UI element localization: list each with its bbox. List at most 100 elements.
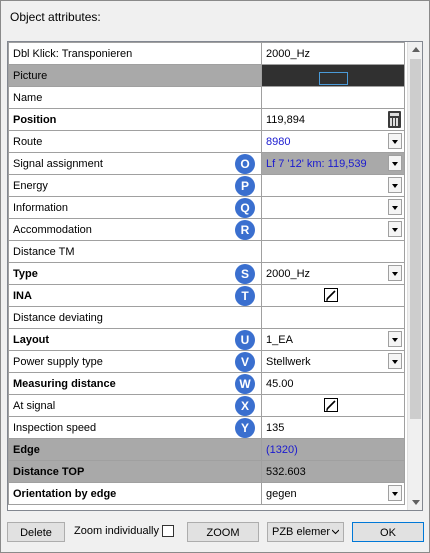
zoom-individually-checkbox[interactable]	[162, 525, 174, 537]
dropdown-arrow-icon[interactable]	[388, 353, 402, 369]
table-row: Information Q	[8, 196, 405, 219]
zoom-button[interactable]: ZOOM	[187, 522, 259, 542]
attr-name: At signal X	[8, 394, 262, 417]
power-supply-value: Stellwerk	[266, 355, 311, 368]
picture-frame-icon	[319, 72, 348, 85]
badge-v: V	[235, 352, 255, 372]
accommodation-select[interactable]	[261, 218, 405, 241]
attr-name: Edge	[8, 438, 262, 461]
at-signal-checkbox[interactable]	[324, 398, 338, 412]
attr-label: At signal	[13, 399, 56, 412]
dropdown-arrow-icon[interactable]	[388, 221, 402, 237]
badge-u: U	[235, 330, 255, 350]
distance-tm-field[interactable]	[261, 240, 405, 263]
badge-o: O	[235, 154, 255, 174]
badge-p: P	[235, 176, 255, 196]
attr-name: INA T	[8, 284, 262, 307]
table-row: Power supply type V Stellwerk	[8, 350, 405, 373]
pzb-element-combo[interactable]: PZB elemer	[267, 522, 344, 542]
orientation-value: gegen	[266, 487, 297, 500]
scroll-down-icon[interactable]	[408, 495, 422, 510]
layout-value: 1_EA	[266, 333, 293, 346]
scroll-up-icon[interactable]	[408, 42, 422, 57]
dropdown-arrow-icon[interactable]	[388, 331, 402, 347]
table-row: Dbl Klick: Transponieren 2000_Hz	[8, 42, 405, 65]
checkmark-icon	[326, 290, 336, 301]
route-value: 8980	[266, 135, 291, 148]
position-field[interactable]: 119,894	[261, 108, 405, 131]
attr-name: Inspection speed Y	[8, 416, 262, 439]
dropdown-arrow-icon[interactable]	[388, 133, 402, 149]
table-row: At signal X	[8, 394, 405, 417]
attr-name: Information Q	[8, 196, 262, 219]
attr-name: Accommodation R	[8, 218, 262, 241]
attr-label: Energy	[13, 179, 48, 192]
attr-label: Type	[13, 267, 38, 280]
dropdown-arrow-icon[interactable]	[388, 177, 402, 193]
type-select[interactable]: 2000_Hz	[261, 262, 405, 285]
calculator-icon[interactable]	[388, 111, 401, 128]
power-supply-select[interactable]: Stellwerk	[261, 350, 405, 373]
attributes-grid: Dbl Klick: Transponieren 2000_Hz Picture…	[7, 41, 423, 511]
attr-label: Signal assignment	[13, 157, 103, 170]
zoom-individually-label[interactable]: Zoom individually	[74, 525, 159, 537]
scroll-thumb[interactable]	[410, 59, 421, 419]
signal-assignment-select[interactable]: Lf 7 '12' km: 119,539	[261, 152, 405, 175]
table-row: Distance TM	[8, 240, 405, 263]
attr-name: Measuring distance W	[8, 372, 262, 395]
attr-name: Distance deviating	[8, 306, 262, 329]
position-value: 119,894	[266, 113, 305, 126]
type-value: 2000_Hz	[266, 267, 311, 280]
attr-label: INA	[13, 289, 32, 302]
distance-top-value: 532.603	[261, 460, 405, 483]
ok-button[interactable]: OK	[352, 522, 424, 542]
energy-select[interactable]	[261, 174, 405, 197]
edge-value: (1320)	[261, 438, 405, 461]
orientation-select[interactable]: gegen	[261, 482, 405, 505]
name-field[interactable]	[261, 86, 405, 109]
distance-deviating-field[interactable]	[261, 306, 405, 329]
information-select[interactable]	[261, 196, 405, 219]
table-row: Position 119,894	[8, 108, 405, 131]
badge-w: W	[235, 374, 255, 394]
dropdown-arrow-icon[interactable]	[388, 265, 402, 281]
attr-label: Inspection speed	[13, 421, 97, 434]
pzb-element-value: PZB elemer	[272, 526, 331, 538]
attr-name: Dbl Klick: Transponieren	[8, 42, 262, 65]
attr-name: Signal assignment O	[8, 152, 262, 175]
badge-y: Y	[235, 418, 255, 438]
attr-name: Layout U	[8, 328, 262, 351]
table-row: Energy P	[8, 174, 405, 197]
table-row: Inspection speed Y 135	[8, 416, 405, 439]
ina-cell	[261, 284, 405, 307]
vertical-scrollbar[interactable]	[407, 42, 422, 510]
attr-label: Accommodation	[13, 223, 92, 236]
attr-name: Power supply type V	[8, 350, 262, 373]
dropdown-arrow-icon[interactable]	[388, 199, 402, 215]
signal-assignment-value: Lf 7 '12' km: 119,539	[266, 157, 367, 170]
object-attributes-dialog: Object attributes: Dbl Klick: Transponie…	[0, 0, 430, 553]
inspection-speed-field[interactable]: 135	[261, 416, 405, 439]
picture-preview[interactable]	[261, 64, 405, 87]
delete-button[interactable]: Delete	[7, 522, 65, 542]
attr-label: Information	[13, 201, 69, 214]
measuring-distance-field[interactable]: 45.00	[261, 372, 405, 395]
attr-name: Type S	[8, 262, 262, 285]
table-row: Name	[8, 86, 405, 109]
dropdown-arrow-icon[interactable]	[388, 485, 402, 501]
checkmark-icon	[326, 400, 336, 411]
route-select[interactable]: 8980	[261, 130, 405, 153]
attr-label: Layout	[13, 333, 50, 346]
attr-name: Distance TM	[8, 240, 262, 263]
attr-value[interactable]: 2000_Hz	[261, 42, 405, 65]
ina-checkbox[interactable]	[324, 288, 338, 302]
dropdown-arrow-icon[interactable]	[388, 155, 402, 171]
badge-s: S	[235, 264, 255, 284]
attr-name: Distance TOP	[8, 460, 262, 483]
layout-select[interactable]: 1_EA	[261, 328, 405, 351]
table-row: INA T	[8, 284, 405, 307]
attr-name: Picture	[8, 64, 262, 87]
table-row: Route 8980	[8, 130, 405, 153]
at-signal-cell	[261, 394, 405, 417]
table-row: Type S 2000_Hz	[8, 262, 405, 285]
